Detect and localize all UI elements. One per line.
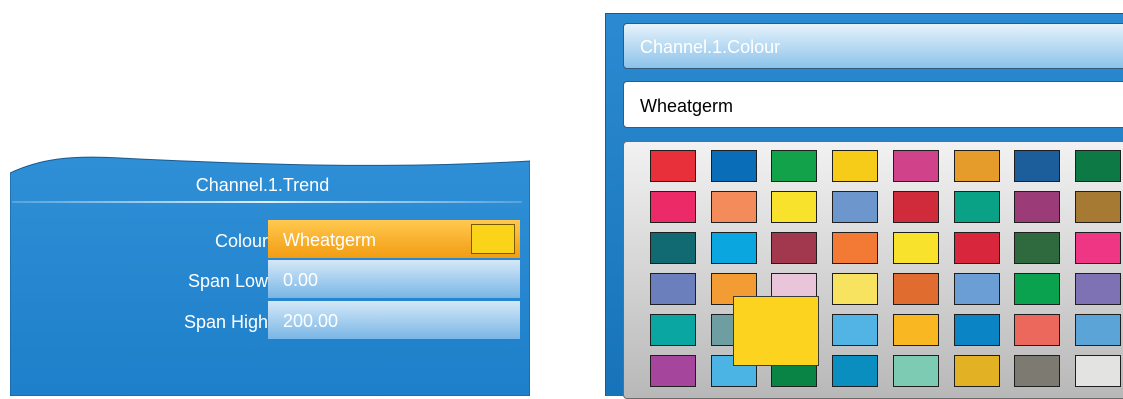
colour-picker-panel: Channel.1.Colour Wheatgerm	[605, 13, 1123, 399]
span-high-field[interactable]: 200.00	[268, 301, 520, 339]
colour-cell[interactable]	[1014, 314, 1060, 346]
colour-cell[interactable]	[832, 150, 878, 182]
span-low-label: Span Low	[187, 271, 268, 291]
trend-panel-title: Channel.1.Trend	[195, 175, 330, 195]
colour-cell[interactable]	[1014, 191, 1060, 223]
colour-cell[interactable]	[1075, 191, 1121, 223]
colour-cell[interactable]	[1014, 232, 1060, 264]
colour-cell[interactable]	[711, 191, 757, 223]
colour-row[interactable]: Colour Wheatgerm	[10, 220, 530, 260]
picker-title-bar: Channel.1.Colour	[623, 23, 1123, 69]
selected-colour-field[interactable]: Wheatgerm	[623, 81, 1123, 128]
colour-cell[interactable]	[650, 191, 696, 223]
title-divider	[12, 201, 522, 203]
trend-panel: Channel.1.Trend Colour Wheatgerm Span Lo…	[10, 155, 530, 396]
colour-value: Wheatgerm	[283, 230, 377, 250]
colour-cell[interactable]	[893, 355, 939, 387]
colour-cell[interactable]	[1014, 150, 1060, 182]
span-high-value: 200.00	[283, 311, 339, 331]
colour-swatch	[471, 224, 515, 254]
colour-cell[interactable]	[832, 191, 878, 223]
picker-title: Channel.1.Colour	[640, 37, 781, 57]
colour-grid	[623, 141, 1123, 399]
colour-cell[interactable]	[893, 314, 939, 346]
colour-cell[interactable]	[1075, 232, 1121, 264]
selected-colour-magnifier	[733, 296, 819, 366]
colour-cell[interactable]	[832, 273, 878, 305]
selected-colour-name: Wheatgerm	[640, 96, 734, 116]
colour-cell[interactable]	[832, 232, 878, 264]
colour-cell[interactable]	[832, 314, 878, 346]
colour-cell[interactable]	[711, 232, 757, 264]
colour-cell[interactable]	[832, 355, 878, 387]
colour-cell[interactable]	[771, 191, 817, 223]
colour-cell[interactable]	[1075, 150, 1121, 182]
colour-cell[interactable]	[771, 150, 817, 182]
colour-cell[interactable]	[1075, 314, 1121, 346]
span-low-row[interactable]: Span Low 0.00	[10, 260, 530, 300]
colour-cell[interactable]	[893, 273, 939, 305]
colour-cell[interactable]	[650, 314, 696, 346]
colour-cell[interactable]	[893, 191, 939, 223]
colour-cell[interactable]	[893, 232, 939, 264]
colour-cell[interactable]	[1014, 273, 1060, 305]
colour-cell[interactable]	[650, 273, 696, 305]
span-low-field[interactable]: 0.00	[268, 260, 520, 298]
colour-cell[interactable]	[954, 191, 1000, 223]
colour-label: Colour	[214, 231, 268, 251]
colour-cell[interactable]	[1075, 273, 1121, 305]
colour-cell[interactable]	[771, 232, 817, 264]
colour-cell[interactable]	[1014, 355, 1060, 387]
colour-cell[interactable]	[954, 273, 1000, 305]
colour-cell[interactable]	[650, 232, 696, 264]
colour-cell[interactable]	[954, 150, 1000, 182]
colour-field[interactable]: Wheatgerm	[268, 220, 520, 258]
colour-cell[interactable]	[954, 232, 1000, 264]
colour-cell[interactable]	[711, 150, 757, 182]
colour-cell[interactable]	[1075, 355, 1121, 387]
colour-cell[interactable]	[650, 355, 696, 387]
span-high-row[interactable]: Span High 200.00	[10, 301, 530, 341]
colour-cell[interactable]	[954, 355, 1000, 387]
colour-cell[interactable]	[650, 150, 696, 182]
colour-cell[interactable]	[893, 150, 939, 182]
span-high-label: Span High	[183, 312, 268, 332]
span-low-value: 0.00	[283, 270, 319, 290]
colour-cell[interactable]	[954, 314, 1000, 346]
